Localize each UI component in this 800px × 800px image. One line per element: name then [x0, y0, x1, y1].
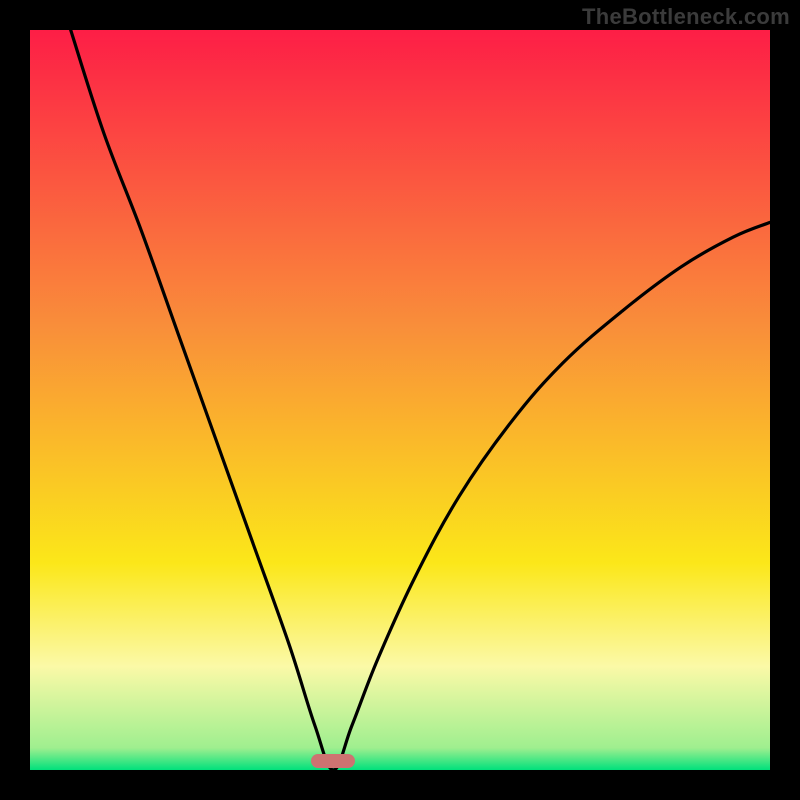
gradient-background [30, 30, 770, 770]
optimal-point-marker [311, 754, 355, 768]
chart-frame: TheBottleneck.com [0, 0, 800, 800]
chart-svg [30, 30, 770, 770]
plot-area [30, 30, 770, 770]
watermark-text: TheBottleneck.com [582, 4, 790, 30]
